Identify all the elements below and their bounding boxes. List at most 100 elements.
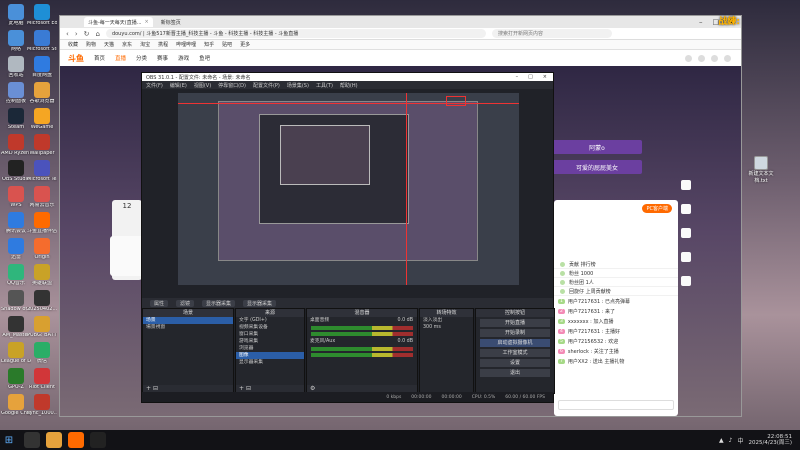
source-item[interactable]: 浏览器: [236, 345, 304, 352]
rank-row[interactable]: 回旋仔 上周贡献榜: [554, 287, 678, 296]
clock[interactable]: 22:08:51 2025/4/23(周三): [749, 434, 793, 446]
desktop-icon[interactable]: Microsoft Store: [27, 30, 57, 53]
desktop-icon[interactable]: QQ音乐: [2, 264, 30, 287]
back-icon[interactable]: ‹: [66, 30, 69, 38]
remove-icon[interactable]: ⊟: [246, 385, 251, 392]
search-icon[interactable]: [24, 432, 40, 448]
history-icon[interactable]: [698, 54, 705, 62]
source-toolbar-button[interactable]: 显示器采集: [202, 299, 236, 307]
obs-menu-item[interactable]: 场景集(S): [287, 82, 309, 89]
minimize-icon[interactable]: –: [516, 74, 519, 80]
desktop-icon[interactable]: 斗鱼直播伴侣: [27, 212, 57, 235]
desktop-icon[interactable]: Microsoft Edge: [27, 4, 57, 27]
obs-icon[interactable]: [90, 432, 106, 448]
site-nav-item[interactable]: 赛事: [157, 54, 168, 62]
close-tab-icon[interactable]: ×: [145, 19, 149, 25]
remove-icon[interactable]: ⊟: [153, 385, 158, 392]
source-item[interactable]: 游戏采集: [236, 338, 304, 345]
url-field[interactable]: douyu.com/ | 斗鱼517新晋主播_科技主播 - 斗鱼 - 科技主播 …: [105, 29, 486, 38]
obs-control-button[interactable]: 启动虚拟摄像机: [480, 339, 550, 347]
obs-control-button[interactable]: 退出: [480, 369, 550, 377]
site-nav-item[interactable]: 分类: [136, 54, 147, 62]
desktop-icon[interactable]: 网络: [2, 30, 30, 53]
fans-icon[interactable]: [681, 228, 691, 238]
site-nav-item[interactable]: 直播: [115, 54, 126, 62]
desktop-icon[interactable]: Steam: [2, 108, 30, 131]
rank-row[interactable]: 粉丝团 1人: [554, 278, 678, 287]
desktop-icon[interactable]: Riot Client: [28, 368, 56, 391]
desktop-icon[interactable]: sync_1000...: [27, 394, 57, 417]
forward-icon[interactable]: ›: [75, 30, 78, 38]
avatar[interactable]: [724, 54, 731, 62]
windows-start-icon[interactable]: ⊞: [0, 430, 18, 450]
desktop-icon[interactable]: 腾讯会议: [2, 212, 30, 235]
obs-menu-item[interactable]: 配置文件(P): [253, 82, 280, 89]
category-button-1[interactable]: 阿蒙o: [552, 140, 642, 154]
desktop-icon[interactable]: 网易云音乐: [28, 186, 56, 209]
volume-slider[interactable]: [311, 332, 413, 336]
chrome-icon[interactable]: [46, 432, 62, 448]
desktop-icon[interactable]: Google Chrome: [1, 394, 31, 417]
desktop-icon[interactable]: 微信: [28, 342, 56, 365]
desktop-icon[interactable]: 迅雷: [2, 238, 30, 261]
close-icon[interactable]: ×: [543, 74, 547, 80]
desktop-icon[interactable]: GPU-Z: [2, 368, 30, 391]
obs-menu-item[interactable]: 视图(V): [194, 82, 211, 89]
source-toolbar-button[interactable]: 属性: [150, 299, 169, 307]
refresh-icon[interactable]: ↻: [84, 30, 90, 38]
desktop-icon[interactable]: Origin: [28, 238, 56, 261]
task-icon[interactable]: [681, 252, 691, 262]
site-logo[interactable]: 斗鱼: [68, 53, 84, 64]
input-language[interactable]: 中: [737, 436, 743, 445]
bookmark-item[interactable]: 贴吧: [222, 41, 232, 48]
desktop-icon[interactable]: 英雄联盟: [28, 264, 56, 287]
download-icon[interactable]: [711, 54, 718, 62]
add-icon[interactable]: +: [239, 385, 244, 392]
obs-menu-item[interactable]: 工具(T): [316, 82, 333, 89]
douyu-icon[interactable]: [68, 432, 84, 448]
minimize-icon[interactable]: –: [699, 18, 703, 26]
desktop-icon[interactable]: 百度网盘: [28, 56, 56, 79]
site-nav-item[interactable]: 鱼吧: [199, 54, 210, 62]
bookmark-item[interactable]: 淘宝: [140, 41, 150, 48]
source-toolbar-button[interactable]: 滤镜: [176, 299, 195, 307]
bookmark-item[interactable]: 天猫: [104, 41, 114, 48]
scene-item[interactable]: 场景: [143, 317, 233, 324]
bookmark-item[interactable]: 更多: [240, 41, 250, 48]
obs-control-button[interactable]: 工作室模式: [480, 349, 550, 357]
obs-menu-item[interactable]: 编辑(E): [170, 82, 187, 89]
bookmark-item[interactable]: 携程: [158, 41, 168, 48]
obs-menu-item[interactable]: 帮助(H): [340, 82, 358, 89]
category-button-2[interactable]: 可爱的屁屁美女: [552, 160, 642, 174]
source-item[interactable]: 图像: [236, 352, 304, 359]
desktop-icon[interactable]: 20250402...: [27, 290, 57, 313]
desktop-icon[interactable]: Microsoft Teams: [27, 160, 57, 183]
transition-duration[interactable]: 300 ms: [420, 324, 473, 331]
source-toolbar-button[interactable]: 显示器采集: [243, 299, 277, 307]
home-icon[interactable]: ⌂: [96, 30, 100, 38]
desktop-icon[interactable]: 谷歌浏览器: [28, 82, 56, 105]
desktop-icon[interactable]: PUBG: BATTLEGR...: [27, 316, 57, 339]
source-item[interactable]: 文字 (GDI+): [236, 317, 304, 324]
volume-slider[interactable]: [311, 353, 413, 357]
obs-menu-item[interactable]: 停靠窗口(D): [218, 82, 246, 89]
maximize-icon[interactable]: □: [528, 74, 533, 80]
desktop-icon[interactable]: League of Legends: [1, 342, 31, 365]
browser-tab-active[interactable]: 斗鱼-每一天每天(直播... ×: [84, 17, 153, 27]
browser-search-input[interactable]: 搜索打开新网页内容: [491, 29, 612, 38]
obs-control-button[interactable]: 开始直播: [480, 319, 550, 327]
chat-input[interactable]: [558, 400, 674, 410]
transition-type[interactable]: 淡入淡出: [420, 317, 473, 324]
desktop-file-icon[interactable]: 新建文本文档.txt: [744, 156, 778, 184]
gift-icon[interactable]: [681, 204, 691, 214]
network-icon[interactable]: ▲: [719, 437, 724, 444]
notification-icon[interactable]: [685, 54, 692, 62]
streamer-card[interactable]: [110, 236, 144, 276]
pc-client-button[interactable]: PC客户端: [642, 204, 672, 213]
desktop-icon[interactable]: 控制面板: [2, 82, 30, 105]
bookmark-item[interactable]: 京东: [122, 41, 132, 48]
desktop-icon[interactable]: WeGame: [28, 108, 56, 131]
desktop-icon[interactable]: AMD Ryzen Master: [1, 134, 31, 157]
volume-icon[interactable]: ♪: [729, 437, 733, 444]
obs-menu-item[interactable]: 文件(F): [146, 82, 163, 89]
